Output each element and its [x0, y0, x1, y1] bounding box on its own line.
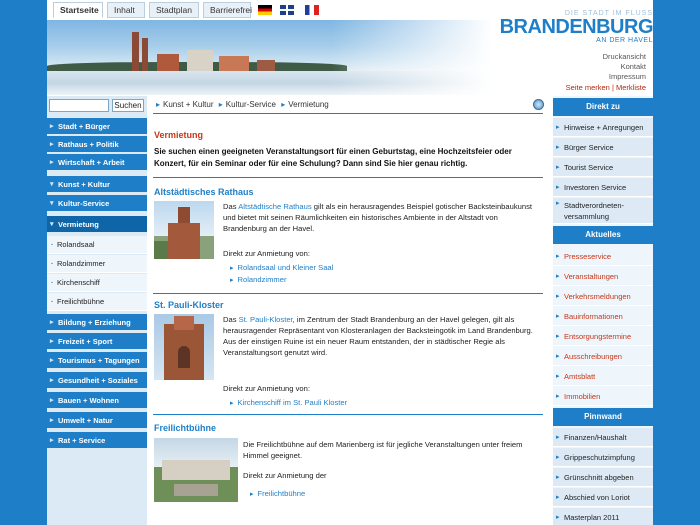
right-link-ausschreibungen[interactable]: Ausschreibungen — [553, 347, 653, 366]
freilichtbuehne-direkt-label: Direkt zur Anmietung der — [243, 471, 327, 480]
nav-sub-rolandzimmer[interactable]: Rolandzimmer — [47, 255, 147, 273]
search-input[interactable] — [49, 99, 109, 112]
nav-kunst-kultur[interactable]: Kunst + Kultur — [47, 176, 147, 193]
utility-links: Druckansicht Kontakt Impressum — [603, 52, 646, 82]
section-title-kloster: St. Pauli-Kloster — [154, 300, 224, 310]
nav-freizeit-sport[interactable]: Freizeit + Sport — [47, 333, 147, 350]
kloster-description: Das St. Pauli-Kloster, im Zentrum der St… — [223, 314, 543, 358]
right-link-grippeschutz[interactable]: Grippeschutzimpfung — [553, 448, 653, 467]
right-link-verkehrsmeldungen[interactable]: Verkehrsmeldungen — [553, 287, 653, 306]
freilichtbuehne-description: Die Freilichtbühne auf dem Marienberg is… — [243, 440, 523, 460]
tab-inhalt[interactable]: Inhalt — [107, 2, 145, 18]
rathaus-description: Das Altstädtische Rathaus gilt als ein h… — [223, 201, 543, 234]
separator: | — [611, 83, 614, 92]
nav-rathaus-politik[interactable]: Rathaus + Politik — [47, 136, 147, 153]
right-link-buerger-service[interactable]: Bürger Service — [553, 138, 653, 157]
impressum-link[interactable]: Impressum — [603, 72, 646, 82]
divider — [153, 414, 543, 415]
merkliste-bar: Seite merken | Merkliste — [566, 83, 646, 92]
left-sidebar: Suchen Stadt + Bürger Rathaus + Politik … — [47, 96, 147, 525]
right-link-presseservice[interactable]: Presseservice — [553, 247, 653, 266]
pinnwand-heading: Pinnwand — [553, 408, 653, 426]
right-link-investoren-service[interactable]: Investoren Service — [553, 178, 653, 197]
nav-umwelt-natur[interactable]: Umwelt + Natur — [47, 412, 147, 429]
kontakt-link[interactable]: Kontakt — [603, 62, 646, 72]
divider — [153, 177, 543, 178]
breadcrumb-vermietung: Vermietung — [288, 100, 329, 109]
nav-vermietung[interactable]: Vermietung — [47, 216, 147, 233]
right-link-bauinformationen[interactable]: Bauinformationen — [553, 307, 653, 326]
rolandsaal-link[interactable]: Rolandsaal und Kleiner Saal — [230, 263, 334, 272]
rathaus-photo — [154, 201, 214, 259]
kloster-direkt-label: Direkt zur Anmietung von: — [223, 384, 310, 393]
text: Das — [223, 315, 239, 324]
breadcrumb: ▸ Kunst + Kultur ▸ Kultur-Service ▸ Vermiet… — [156, 100, 329, 109]
globe-icon[interactable] — [533, 99, 544, 110]
right-link-masterplan[interactable]: Masterplan 2011 — [553, 508, 653, 525]
kirchenschiff-link[interactable]: Kirchenschiff im St. Pauli Kloster — [230, 398, 348, 407]
seite-merken-link[interactable]: Seite merken — [566, 83, 610, 92]
kloster-link[interactable]: St. Pauli-Kloster — [239, 315, 293, 324]
flag-uk-icon[interactable] — [280, 5, 294, 15]
right-link-hinweise[interactable]: Hinweise + Anregungen — [553, 118, 653, 137]
merkliste-link[interactable]: Merkliste — [616, 83, 646, 92]
section-title-rathaus: Altstädtisches Rathaus — [154, 187, 254, 197]
right-link-immobilien[interactable]: Immobilien — [553, 387, 653, 406]
tab-startseite[interactable]: Startseite — [53, 2, 103, 18]
nav-gesundheit-soziales[interactable]: Gesundheit + Soziales — [47, 372, 147, 389]
nav-bauen-wohnen[interactable]: Bauen + Wohnen — [47, 392, 147, 409]
intro-text: Sie suchen einen geeigneten Veranstaltun… — [154, 147, 512, 168]
right-link-amtsblatt[interactable]: Amtsblatt — [553, 367, 653, 386]
nav-bildung-erziehung[interactable]: Bildung + Erziehung — [47, 314, 147, 331]
rolandzimmer-link[interactable]: Rolandzimmer — [230, 275, 287, 284]
rathaus-direkt-label: Direkt zur Anmietung von: — [223, 249, 310, 258]
nav-sub-freilichtbuehne[interactable]: Freilichtbühne — [47, 293, 147, 311]
search-button[interactable]: Suchen — [112, 99, 144, 112]
freilichtbuehne-link[interactable]: Freilichtbühne — [250, 489, 306, 498]
flag-de-icon[interactable] — [258, 5, 272, 15]
divider — [153, 113, 543, 114]
right-link-stadtverordneten[interactable]: Stadtverordneten-versammlung — [553, 198, 653, 224]
logo-brand: BRANDENBURG — [499, 16, 653, 38]
druckansicht-link[interactable]: Druckansicht — [603, 52, 646, 62]
aktuelles-heading: Aktuelles — [553, 226, 653, 244]
breadcrumb-kunst-kultur[interactable]: Kunst + Kultur — [163, 100, 213, 109]
tab-barrierefrei[interactable]: Barrierefrei — [203, 2, 252, 18]
flag-fr-icon[interactable] — [305, 5, 319, 15]
nav-tourismus-tagungen[interactable]: Tourismus + Tagungen — [47, 352, 147, 369]
header-banner-image — [47, 20, 492, 95]
nav-sub-kirchenschiff[interactable]: Kirchenschiff — [47, 274, 147, 292]
right-link-finanzen[interactable]: Finanzen/Haushalt — [553, 428, 653, 447]
nav-rat-service[interactable]: Rat + Service — [47, 432, 147, 449]
divider — [153, 293, 543, 294]
main-content: ▸ Kunst + Kultur ▸ Kultur-Service ▸ Vermiet… — [150, 96, 550, 525]
text: Das — [223, 202, 239, 211]
nav-kultur-service[interactable]: Kultur-Service — [47, 195, 147, 212]
rathaus-link[interactable]: Altstädtische Rathaus — [238, 202, 311, 211]
right-link-veranstaltungen[interactable]: Veranstaltungen — [553, 267, 653, 286]
brandenburg-logo[interactable]: DIE STADT IM FLUSS BRANDENBURG AN DER HA… — [499, 10, 653, 50]
right-link-gruenschnitt[interactable]: Grünschnitt abgeben — [553, 468, 653, 487]
right-link-entsorgungstermine[interactable]: Entsorgungstermine — [553, 327, 653, 346]
section-title-freilichtbuehne: Freilichtbühne — [154, 423, 217, 433]
logo-subtitle: AN DER HAVEL — [596, 37, 653, 44]
page-title: Vermietung — [154, 130, 204, 140]
right-link-tourist-service[interactable]: Tourist Service — [553, 158, 653, 177]
right-sidebar: Direkt zu Hinweise + Anregungen Bürger S… — [553, 96, 653, 525]
direkt-zu-heading: Direkt zu — [553, 98, 653, 116]
tab-stadtplan[interactable]: Stadtplan — [149, 2, 199, 18]
kloster-photo — [154, 314, 214, 380]
nav-wirtschaft-arbeit[interactable]: Wirtschaft + Arbeit — [47, 154, 147, 171]
nav-sub-rolandsaal[interactable]: Rolandsaal — [47, 236, 147, 254]
freilichtbuehne-photo — [154, 438, 238, 502]
breadcrumb-kultur-service[interactable]: Kultur-Service — [226, 100, 276, 109]
nav-stadt-buerger[interactable]: Stadt + Bürger — [47, 118, 147, 135]
right-link-loriot[interactable]: Abschied von Loriot — [553, 488, 653, 507]
page: Startseite Inhalt Stadtplan Barrierefrei… — [47, 0, 653, 525]
